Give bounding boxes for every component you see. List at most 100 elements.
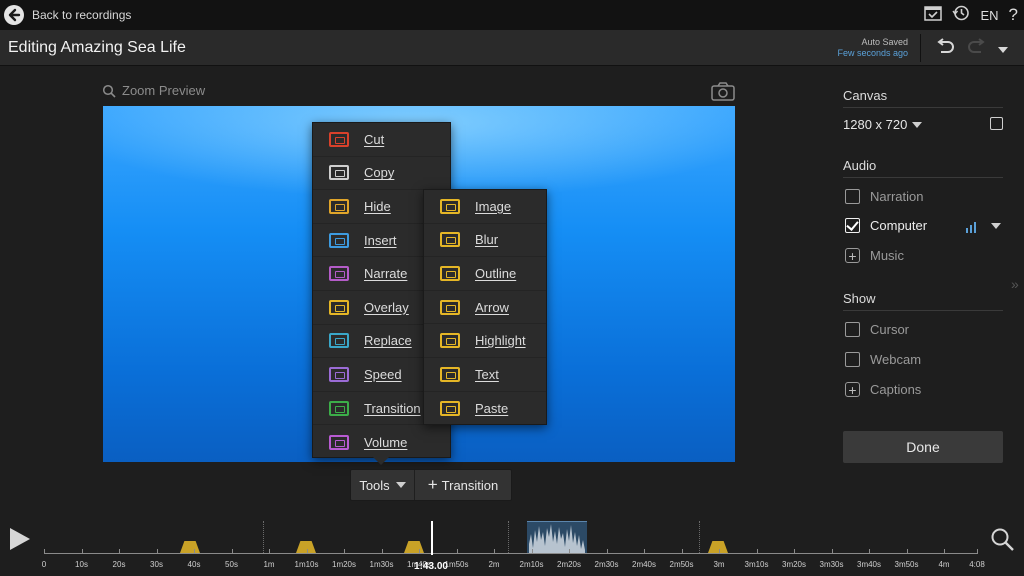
tools-dropdown-button[interactable]: Tools	[351, 470, 415, 500]
timeline-tick	[156, 549, 158, 554]
computer-audio-checkbox[interactable]	[845, 218, 860, 233]
menu-item-text[interactable]: Text	[424, 358, 546, 392]
back-to-recordings-link[interactable]: Back to recordings	[32, 8, 131, 22]
expand-panel-chevron-icon[interactable]: »	[1011, 276, 1019, 292]
menu-item-outline[interactable]: Outline	[424, 257, 546, 291]
timeline-tick-label: 3m50s	[894, 560, 919, 569]
menu-item-label: Transition	[364, 400, 421, 416]
timeline-tick-label: 40s	[187, 560, 201, 569]
timeline-tick	[719, 549, 720, 554]
computer-audio-label: Computer	[870, 218, 928, 233]
menu-item-label: Hide	[364, 198, 391, 214]
timeline-tick	[81, 549, 83, 554]
webcam-option[interactable]: Webcam	[845, 352, 921, 367]
autosave-label: Auto Saved	[861, 37, 908, 47]
computer-audio-option[interactable]: Computer	[845, 218, 927, 233]
cursor-checkbox[interactable]	[845, 322, 860, 337]
section-marker	[508, 521, 509, 553]
captions-option[interactable]: + Captions	[845, 382, 921, 397]
done-button[interactable]: Done	[843, 431, 1003, 463]
autosave-status: Auto Saved Few seconds ago	[837, 37, 908, 59]
timeline-tick-label: 1m10s	[294, 560, 319, 569]
zoom-preview-button[interactable]: Zoom Preview	[102, 83, 205, 98]
help-icon[interactable]: ?	[1009, 6, 1018, 24]
timeline-tick	[194, 549, 195, 554]
undo-icon[interactable]	[934, 38, 956, 61]
menu-item-image[interactable]: Image	[424, 190, 546, 224]
menu-item-arrow[interactable]: Arrow	[424, 291, 546, 325]
page-title: Editing Amazing Sea Life	[8, 39, 186, 56]
audio-waveform-clip[interactable]	[527, 521, 587, 553]
menu-item-label: Blur	[475, 232, 499, 248]
plus-icon: +	[427, 475, 438, 494]
canvas-size-value: 1280 x 720	[843, 117, 908, 132]
timeline-tick-label: 1m	[263, 560, 275, 569]
canvas-size-dropdown[interactable]: 1280 x 720	[843, 117, 923, 132]
narration-option[interactable]: Narration	[845, 189, 923, 204]
add-music-icon[interactable]: +	[845, 248, 860, 263]
overlay-submenu: Image Blur Outline Arrow Highlight Text Paste	[423, 189, 547, 425]
add-transition-button[interactable]: + Transition	[415, 470, 511, 500]
timeline-clip-marker[interactable]	[404, 541, 424, 553]
timeline-tick-label: 2m30s	[594, 560, 619, 569]
volume-icon	[329, 434, 349, 450]
timeline-tick-label: 3m40s	[856, 560, 882, 569]
outline-icon	[440, 265, 460, 281]
narration-label: Narration	[870, 189, 924, 204]
timeline-clip-marker[interactable]	[180, 541, 200, 553]
language-selector[interactable]: EN	[980, 8, 998, 23]
chevron-down-icon[interactable]	[991, 223, 1001, 229]
divider	[920, 34, 921, 62]
timeline-zoom-search-icon[interactable]	[990, 527, 1016, 558]
add-captions-icon[interactable]: +	[845, 382, 860, 397]
back-arrow-icon[interactable]	[4, 5, 24, 25]
menu-item-blur[interactable]: Blur	[424, 224, 546, 258]
menu-item-paste[interactable]: Paste	[424, 392, 546, 426]
top-bar: Back to recordings EN ?	[0, 0, 1024, 30]
redo-icon[interactable]	[966, 38, 988, 61]
menu-item-label: Overlay	[364, 299, 409, 315]
volume-level-icon[interactable]	[965, 220, 977, 238]
timeline-tick-label: 4m	[938, 560, 950, 569]
narration-checkbox[interactable]	[845, 189, 860, 204]
title-bar: Editing Amazing Sea Life Auto Saved Few …	[0, 30, 1024, 66]
canvas-checkbox[interactable]	[990, 117, 1003, 130]
menu-item-copy[interactable]: Copy	[313, 157, 450, 191]
webcam-checkbox[interactable]	[845, 352, 860, 367]
timeline-tick	[381, 549, 383, 554]
timeline-tick	[531, 549, 533, 554]
cursor-option[interactable]: Cursor	[845, 322, 909, 337]
timeline-tick-label: 50s	[225, 560, 238, 569]
timeline-axis[interactable]	[44, 553, 978, 554]
image-icon	[440, 198, 460, 214]
playhead[interactable]	[431, 521, 433, 555]
search-icon	[102, 84, 116, 98]
menu-item-volume[interactable]: Volume	[313, 425, 450, 459]
play-icon[interactable]	[10, 528, 30, 550]
blur-icon	[440, 232, 460, 248]
camera-icon[interactable]	[711, 82, 735, 106]
divider	[843, 177, 1003, 178]
transition-label: Transition	[441, 477, 499, 493]
replace-icon	[329, 333, 349, 349]
music-option[interactable]: + Music	[845, 248, 904, 263]
menu-item-cut[interactable]: Cut	[313, 123, 450, 157]
more-options-chevron-icon[interactable]	[998, 46, 1008, 53]
timeline-clip-marker[interactable]	[708, 541, 728, 553]
menu-item-label: Text	[475, 366, 499, 382]
menu-item-highlight[interactable]: Highlight	[424, 324, 546, 358]
timeline-tick-label: 2m40s	[631, 560, 657, 569]
timeline-tick	[569, 549, 570, 554]
menu-item-label: Paste	[475, 400, 509, 416]
divider	[843, 107, 1003, 108]
timeline-tick	[906, 549, 908, 554]
section-marker	[699, 521, 700, 553]
playhead-time: 1:43.00	[414, 561, 448, 572]
divider	[843, 310, 1003, 311]
autosave-time: Few seconds ago	[837, 48, 908, 58]
timeline-tick-label: 30s	[150, 560, 163, 569]
timeline-tick-label: 3m30s	[819, 560, 844, 569]
history-icon[interactable]	[952, 4, 970, 27]
tasks-icon[interactable]	[924, 4, 943, 27]
timeline-tick	[119, 549, 120, 554]
